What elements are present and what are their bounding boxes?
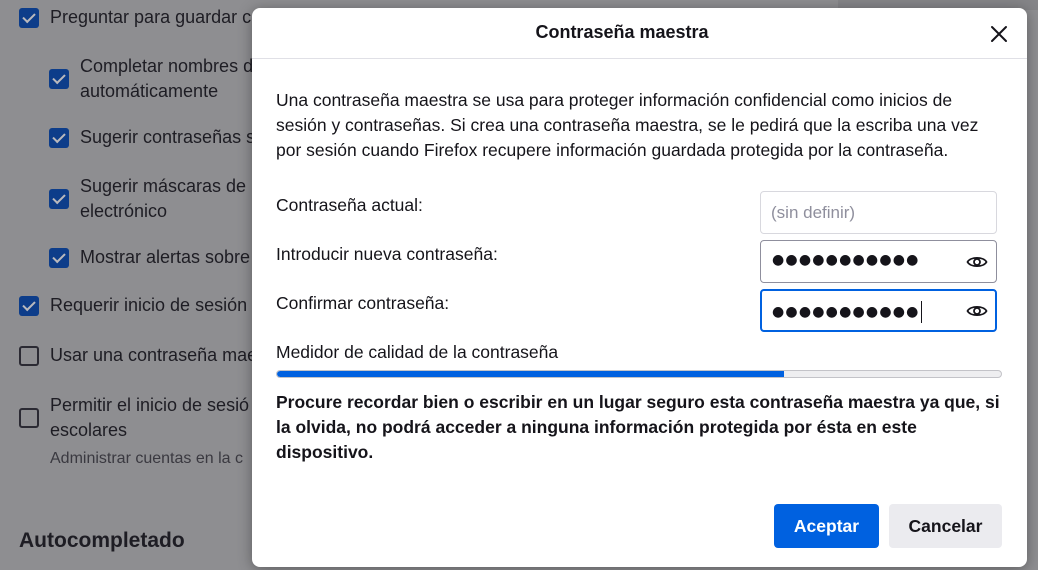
- reveal-new-password-button[interactable]: [966, 251, 988, 273]
- eye-icon: [966, 305, 988, 317]
- password-quality-meter-fill: [277, 371, 784, 377]
- bg-checkbox-row[interactable]: Preguntar para guardar c: [19, 5, 251, 30]
- checkbox-checked[interactable]: [49, 189, 69, 209]
- master-password-dialog: Contraseña maestra Una contraseña maestr…: [252, 8, 1027, 567]
- checkbox-unchecked[interactable]: [19, 346, 39, 366]
- bg-checkbox-row[interactable]: Completar nombres d automáticamente: [49, 54, 253, 104]
- dialog-header: Contraseña maestra: [252, 8, 1027, 59]
- bg-checkbox-label: Sugerir contraseñas s: [80, 127, 256, 147]
- bg-checkbox-row[interactable]: Sugerir contraseñas s: [49, 125, 255, 150]
- checkbox-checked[interactable]: [49, 128, 69, 148]
- bg-checkbox-row[interactable]: Requerir inicio de sesión: [19, 293, 247, 318]
- bg-manage-accounts-link[interactable]: Administrar cuentas en la c: [50, 450, 243, 468]
- checkbox-checked[interactable]: [49, 248, 69, 268]
- new-password-field[interactable]: ●●●●●●●●●●●: [760, 240, 997, 283]
- bg-section-heading: Autocompletado: [19, 529, 185, 552]
- confirm-password-value-wrap: ●●●●●●●●●●●: [772, 301, 922, 323]
- bg-checkbox-label: Completar nombres d: [80, 56, 254, 76]
- current-password-placeholder: (sin definir): [771, 203, 856, 222]
- accept-button[interactable]: Aceptar: [774, 504, 879, 548]
- bg-checkbox-label-line2: electrónico: [80, 201, 168, 221]
- close-icon: [991, 26, 1007, 42]
- bg-checkbox-label: Mostrar alertas sobre: [80, 247, 251, 267]
- checkbox-checked[interactable]: [19, 8, 39, 28]
- dialog-description: Una contraseña maestra se usa para prote…: [276, 90, 979, 160]
- bg-checkbox-label: Usar una contraseña mae: [50, 345, 258, 365]
- eye-icon: [966, 256, 988, 268]
- confirm-password-field[interactable]: ●●●●●●●●●●●: [760, 289, 997, 332]
- current-password-label: Contraseña actual:: [276, 195, 423, 215]
- bg-checkbox-label: Requerir inicio de sesión: [50, 295, 248, 315]
- bg-checkbox-label-line2: automáticamente: [80, 81, 219, 101]
- bg-checkbox-row[interactable]: Sugerir máscaras de electrónico: [49, 174, 246, 224]
- password-warning-text: Procure recordar bien o escribir en un l…: [276, 392, 1000, 462]
- checkbox-checked[interactable]: [19, 296, 39, 316]
- reveal-confirm-password-button[interactable]: [966, 300, 988, 322]
- bg-checkbox-label: Permitir el inicio de sesió: [50, 395, 250, 415]
- bg-checkbox-label-line2: escolares: [50, 420, 128, 440]
- bg-checkbox-row[interactable]: Usar una contraseña mae: [19, 343, 257, 368]
- password-quality-label: Medidor de calidad de la contraseña: [276, 342, 559, 362]
- close-button[interactable]: [985, 20, 1013, 48]
- confirm-password-label: Confirmar contraseña:: [276, 293, 450, 313]
- new-password-value: ●●●●●●●●●●●: [772, 252, 920, 268]
- bg-checkbox-row[interactable]: Permitir el inicio de sesió escolares: [19, 393, 249, 443]
- checkbox-unchecked[interactable]: [19, 408, 39, 428]
- password-quality-meter: [276, 370, 1002, 378]
- new-password-label: Introducir nueva contraseña:: [276, 244, 498, 264]
- dialog-title: Contraseña maestra: [535, 22, 709, 42]
- confirm-password-value: ●●●●●●●●●●●: [772, 304, 920, 320]
- bg-checkbox-row[interactable]: Mostrar alertas sobre: [49, 245, 250, 270]
- cancel-button[interactable]: Cancelar: [889, 504, 1002, 548]
- text-caret: [920, 301, 922, 323]
- bg-checkbox-label: Sugerir máscaras de: [80, 176, 247, 196]
- bg-checkbox-label: Preguntar para guardar c: [50, 7, 252, 27]
- current-password-field: (sin definir): [760, 191, 997, 234]
- checkbox-checked[interactable]: [49, 69, 69, 89]
